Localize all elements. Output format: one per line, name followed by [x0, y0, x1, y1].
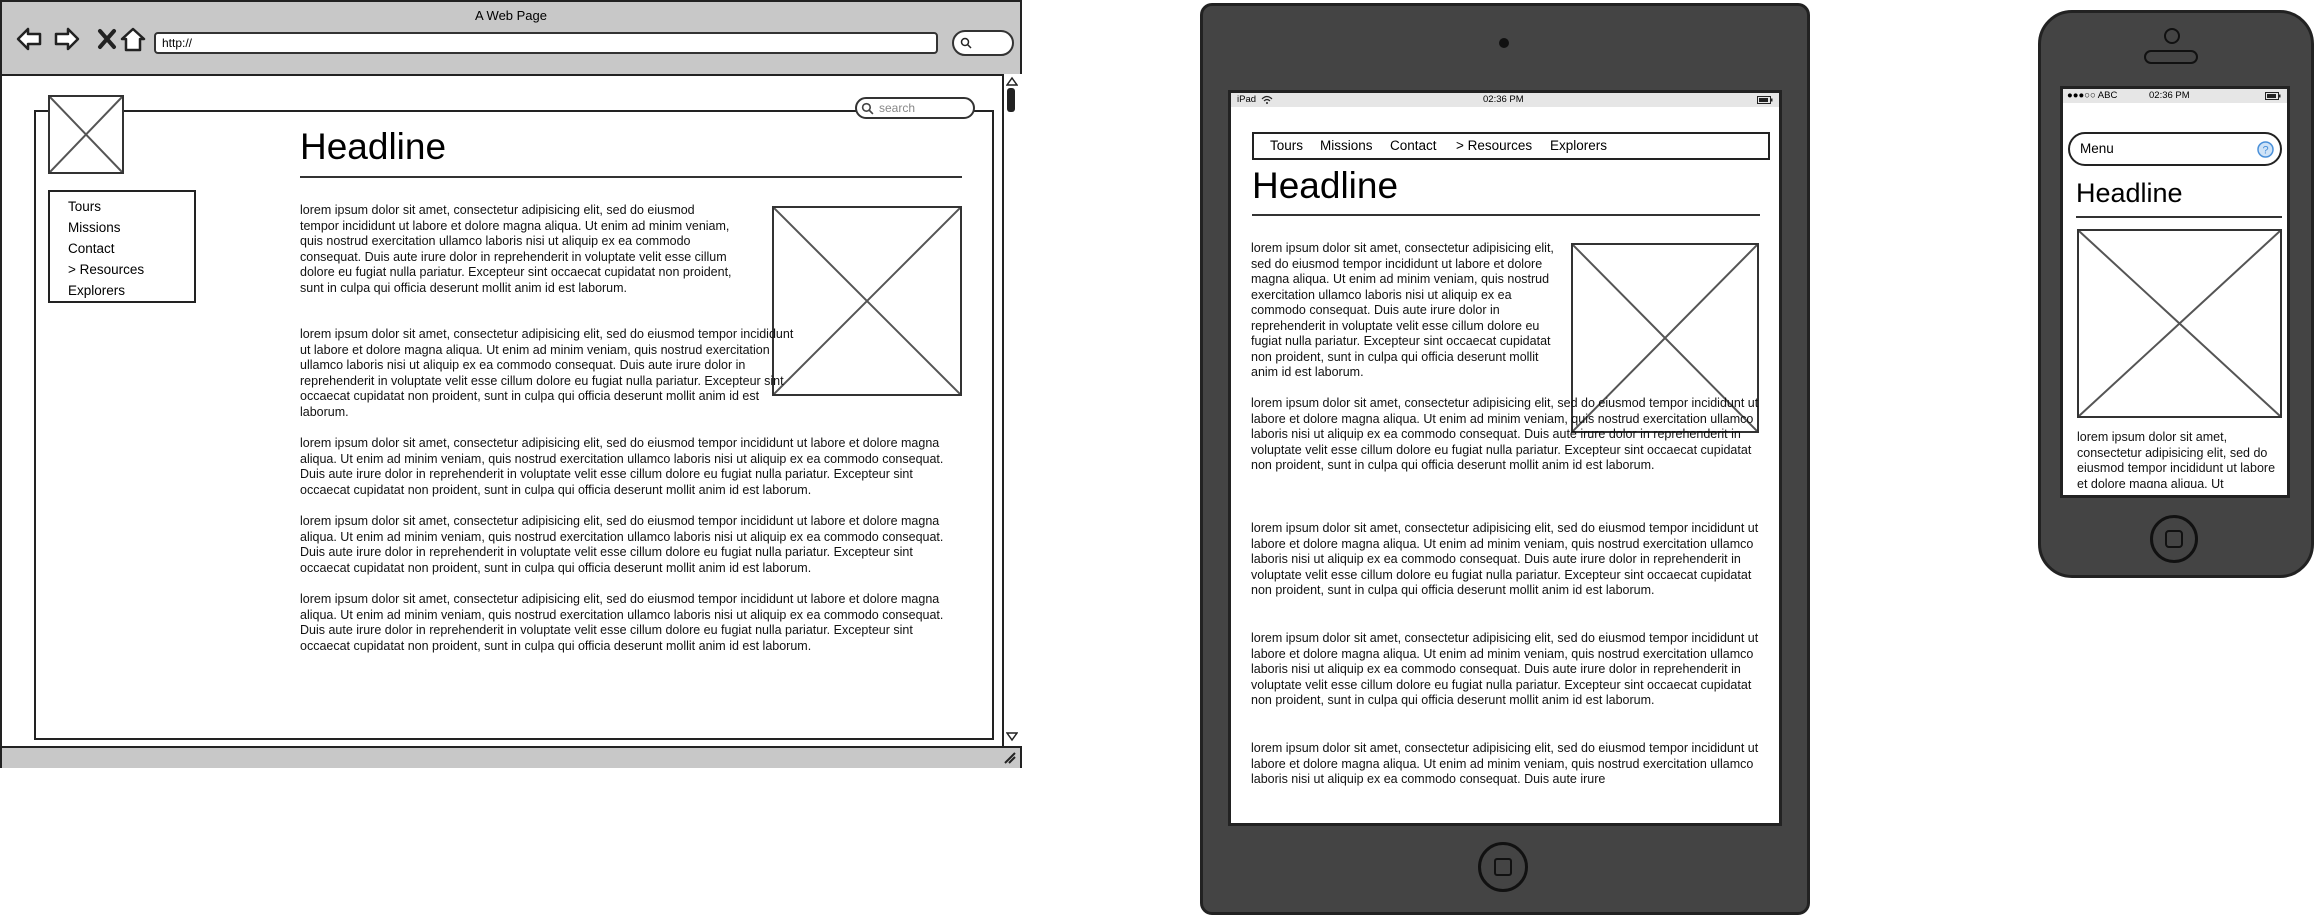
phone-headline-divider — [2076, 216, 2282, 218]
paragraph: lorem ipsum dolor sit amet, consectetur … — [300, 203, 732, 295]
phone-statusbar: ●●●○○ ABC 02:36 PM — [2063, 89, 2287, 103]
tablet-camera — [1499, 38, 1509, 48]
nav-item-contact[interactable]: Contact — [68, 238, 194, 259]
home-icon[interactable] — [118, 24, 148, 54]
phone-carrier: ●●●○○ ABC — [2067, 90, 2118, 101]
tablet-paragraph: lorem ipsum dolor sit amet, consectetur … — [1251, 521, 1759, 597]
window-title: A Web Page — [474, 8, 548, 23]
tablet-nav-contact[interactable]: Contact — [1390, 138, 1437, 153]
nav-item-resources[interactable]: > Resources — [68, 259, 194, 280]
tablet-nav-explorers[interactable]: Explorers — [1550, 138, 1607, 153]
browser-search-field[interactable] — [952, 30, 1014, 56]
tablet-nav-tours[interactable]: Tours — [1270, 138, 1303, 153]
phone-camera — [2164, 28, 2180, 44]
svg-text:?: ? — [2262, 145, 2268, 157]
phone-menu-label: Menu — [2080, 141, 2114, 156]
tablet-paragraph: lorem ipsum dolor sit amet, consectetur … — [1251, 241, 1554, 379]
headline-divider — [300, 176, 962, 178]
browser-statusbar — [2, 746, 1020, 768]
paragraph: lorem ipsum dolor sit amet, consectetur … — [300, 592, 944, 653]
image-placeholder-icon — [50, 97, 122, 172]
phone-paragraph: lorem ipsum dolor sit amet, consectetur … — [2077, 430, 2276, 488]
battery-icon — [2265, 92, 2281, 100]
logo-placeholder — [48, 95, 124, 174]
tablet-home-button[interactable] — [1478, 842, 1528, 892]
battery-icon — [1757, 96, 1773, 104]
page-headline: Headline — [300, 126, 447, 167]
phone-headline: Headline — [2076, 178, 2183, 208]
arrow-right-icon[interactable] — [52, 24, 82, 54]
arrow-left-icon[interactable] — [14, 24, 44, 54]
tablet-headline-divider — [1252, 214, 1760, 216]
search-icon — [960, 37, 972, 49]
browser-titlebar: A Web Page http:// — [2, 2, 1020, 76]
nav-item-tours[interactable]: Tours — [68, 196, 194, 217]
side-navigation: Tours Missions Contact > Resources Explo… — [48, 190, 196, 303]
scroll-down-arrow-icon[interactable] — [1006, 732, 1018, 742]
url-bar[interactable]: http:// — [154, 32, 938, 54]
paragraph: lorem ipsum dolor sit amet, consectetur … — [300, 436, 944, 497]
tablet-carrier: iPad — [1237, 94, 1257, 105]
phone-home-button[interactable] — [2150, 515, 2198, 563]
phone-speaker — [2144, 50, 2198, 64]
phone-paragraph-clip: lorem ipsum dolor sit amet, consectetur … — [2077, 430, 2282, 488]
vertical-scrollbar[interactable] — [1002, 74, 1022, 746]
phone-time: 02:36 PM — [2149, 90, 2190, 101]
paragraph: lorem ipsum dolor sit amet, consectetur … — [300, 514, 944, 575]
image-placeholder-icon — [774, 208, 960, 394]
search-icon — [861, 102, 874, 115]
tablet-paragraph-clip: lorem ipsum dolor sit amet, consectetur … — [1251, 741, 1761, 787]
tablet-headline: Headline — [1252, 165, 1399, 206]
paragraph: lorem ipsum dolor sit amet, consectetur … — [300, 327, 794, 419]
phone-image-placeholder — [2077, 229, 2282, 418]
home-button-icon — [1494, 858, 1512, 876]
tablet-paragraph: lorem ipsum dolor sit amet, consectetur … — [1251, 741, 1759, 786]
tablet-time: 02:36 PM — [1483, 94, 1524, 105]
scroll-up-arrow-icon[interactable] — [1006, 76, 1018, 86]
resize-grip-icon[interactable] — [1002, 750, 1016, 764]
phone-menu-bar[interactable]: Menu ? — [2068, 132, 2282, 166]
help-icon[interactable]: ? — [2257, 141, 2274, 158]
tablet-nav-resources[interactable]: > Resources — [1456, 138, 1532, 153]
image-placeholder-icon — [2079, 231, 2280, 416]
nav-item-missions[interactable]: Missions — [68, 217, 194, 238]
nav-item-explorers[interactable]: Explorers — [68, 280, 194, 301]
tablet-navigation: Tours Missions Contact > Resources Explo… — [1252, 132, 1770, 160]
home-button-icon — [2165, 530, 2183, 548]
wifi-icon — [1261, 95, 1273, 104]
tablet-paragraph: lorem ipsum dolor sit amet, consectetur … — [1251, 396, 1759, 472]
scroll-thumb[interactable] — [1007, 88, 1015, 112]
content-image-placeholder — [772, 206, 962, 396]
tablet-nav-missions[interactable]: Missions — [1320, 138, 1373, 153]
tablet-statusbar: iPad 02:36 PM — [1231, 93, 1779, 107]
tablet-paragraph: lorem ipsum dolor sit amet, consectetur … — [1251, 631, 1759, 707]
